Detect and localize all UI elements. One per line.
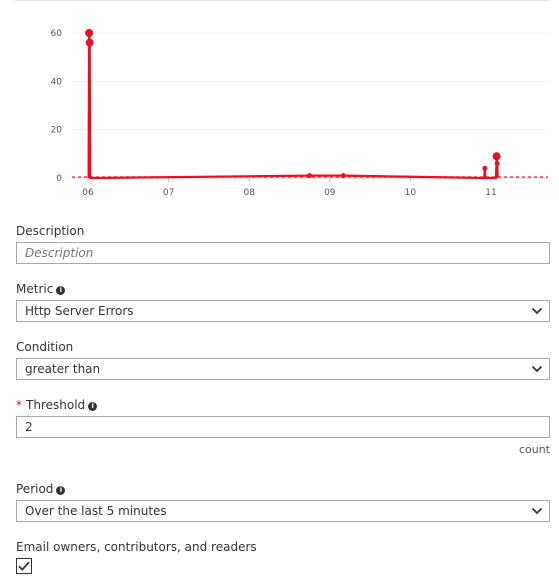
- data-point: [85, 29, 94, 37]
- series-http-server-errors: [72, 29, 548, 180]
- data-point: [494, 161, 500, 166]
- metric-select-value: Http Server Errors: [25, 304, 134, 318]
- period-label-text: Period: [16, 482, 54, 496]
- condition-label: Condition: [16, 340, 74, 354]
- data-point: [340, 173, 346, 179]
- data-point: [85, 38, 94, 47]
- y-tick-label: 60: [51, 29, 63, 39]
- y-tick-label: 0: [56, 174, 62, 184]
- threshold-label-text: Threshold: [26, 398, 86, 412]
- y-tick-labels: 60 40 20 0: [51, 29, 63, 184]
- required-asterisk: *: [16, 398, 22, 412]
- x-tick-label: 09: [324, 188, 336, 198]
- metric-label-text: Metric: [16, 282, 54, 296]
- condition-select-value: greater than: [25, 362, 101, 376]
- data-point: [492, 152, 501, 161]
- x-tick-label: 10: [405, 188, 417, 198]
- data-point: [307, 173, 313, 179]
- metric-select[interactable]: Http Server Errors: [16, 300, 550, 322]
- email-owners-checkbox[interactable]: [16, 558, 32, 574]
- period-select[interactable]: Over the last 5 minutes: [16, 500, 550, 522]
- y-tick-label: 20: [51, 126, 63, 136]
- threshold-unit: count: [518, 443, 550, 456]
- chevron-down-icon: [531, 307, 543, 315]
- threshold-label: * Threshold i: [16, 398, 98, 412]
- series-line: [87, 31, 499, 180]
- email-owners-label: Email owners, contributors, and readers: [16, 540, 257, 554]
- x-tick-label: 06: [82, 188, 94, 198]
- info-icon[interactable]: i: [56, 286, 66, 295]
- x-tick-label: 07: [163, 188, 174, 198]
- condition-select[interactable]: greater than: [16, 358, 550, 380]
- metric-label: Metric i: [16, 282, 66, 296]
- y-gridlines: [72, 32, 548, 131]
- x-tick-label: 08: [243, 188, 255, 198]
- x-tick-labels: 06 07 08 09 10 11: [82, 178, 497, 198]
- period-label: Period i: [16, 482, 66, 496]
- info-icon[interactable]: i: [56, 486, 66, 495]
- y-tick-label: 40: [51, 77, 63, 87]
- metric-chart: 60 40 20 0 06 07 08 09 10 11: [51, 29, 548, 198]
- x-tick-label: 11: [485, 188, 496, 198]
- period-select-value: Over the last 5 minutes: [25, 504, 167, 518]
- threshold-input[interactable]: [16, 416, 550, 438]
- info-icon[interactable]: i: [88, 402, 98, 411]
- data-point: [482, 165, 488, 171]
- chevron-down-icon: [531, 365, 543, 373]
- chevron-down-icon: [531, 507, 543, 515]
- checkmark-icon: [18, 561, 30, 571]
- description-input[interactable]: [16, 242, 550, 264]
- top-divider: [15, 0, 549, 1]
- description-label: Description: [16, 224, 85, 238]
